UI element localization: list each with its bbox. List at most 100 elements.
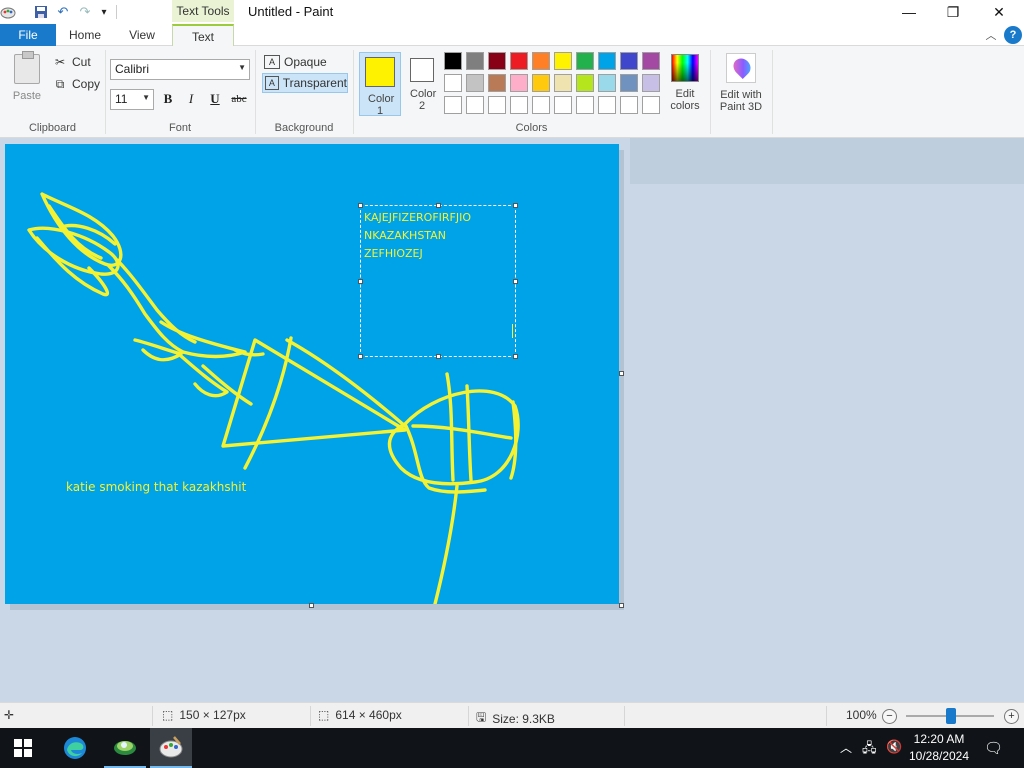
paint3d-label-2: Paint 3D — [719, 101, 763, 113]
chevron-down-icon: ▼ — [238, 63, 246, 72]
palette-color-swatch[interactable] — [444, 74, 462, 92]
strikethrough-button[interactable]: abc — [228, 89, 250, 109]
network-icon[interactable]: 🖧 — [862, 739, 877, 761]
selection-handle[interactable] — [358, 354, 363, 359]
edit-colors-label-2: colors — [670, 100, 700, 112]
italic-button[interactable]: I — [181, 89, 201, 109]
font-family-select[interactable]: Calibri ▼ — [110, 59, 250, 80]
rdp-taskbar-button[interactable] — [104, 728, 146, 768]
palette-color-swatch[interactable] — [620, 96, 638, 114]
status-separator — [624, 706, 625, 726]
palette-color-swatch[interactable] — [642, 74, 660, 92]
opaque-option[interactable]: A Opaque — [262, 52, 348, 72]
edit-with-paint3d-button[interactable]: Edit with Paint 3D — [714, 52, 768, 113]
palette-color-swatch[interactable] — [554, 52, 572, 70]
palette-color-swatch[interactable] — [444, 96, 462, 114]
text-selection-box[interactable]: KAJEJFIZEROFIRFJIO NKAZAKHSTAN ZEFHIOZEJ — [358, 203, 518, 359]
taskbar: ︿ 🖧 🔇 12:20 AM 10/28/2024 🗨 — [0, 728, 1024, 768]
palette-color-swatch[interactable] — [620, 74, 638, 92]
palette-color-swatch[interactable] — [576, 52, 594, 70]
palette-color-swatch[interactable] — [598, 52, 616, 70]
zoom-in-button[interactable]: + — [1004, 709, 1019, 724]
drawing-canvas[interactable]: KAJEJFIZEROFIRFJIO NKAZAKHSTAN ZEFHIOZEJ… — [5, 144, 619, 604]
palette-color-swatch[interactable] — [510, 74, 528, 92]
minimize-ribbon-icon[interactable]: ︿ — [982, 26, 1000, 44]
opaque-icon: A — [264, 55, 280, 69]
palette-color-swatch[interactable] — [510, 96, 528, 114]
color1-button[interactable]: Color 1 — [359, 52, 401, 117]
palette-color-swatch[interactable] — [598, 96, 616, 114]
palette-color-swatch[interactable] — [466, 96, 484, 114]
palette-color-swatch[interactable] — [488, 52, 506, 70]
palette-color-swatch[interactable] — [466, 74, 484, 92]
palette-color-swatch[interactable] — [488, 96, 506, 114]
palette-color-swatch[interactable] — [510, 52, 528, 70]
close-button[interactable]: ✕ — [976, 0, 1022, 24]
title-bar: ↶ ↷ ▾ Text Tools Untitled - Paint — ❐ ✕ — [0, 0, 1024, 24]
notifications-icon[interactable]: 🗨 — [984, 739, 1003, 757]
tab-file[interactable]: File — [0, 24, 56, 46]
taskbar-clock[interactable]: 12:20 AM 10/28/2024 — [906, 731, 972, 765]
underline-button[interactable]: U — [205, 89, 225, 109]
color2-label: Color 2 — [410, 88, 437, 112]
palette-color-swatch[interactable] — [598, 74, 616, 92]
paint-taskbar-button[interactable] — [150, 728, 192, 768]
group-separator — [710, 50, 711, 134]
selection-handle[interactable] — [513, 203, 518, 208]
palette-color-swatch[interactable] — [620, 52, 638, 70]
zoom-slider-thumb[interactable] — [946, 708, 956, 724]
help-icon[interactable]: ? — [1004, 26, 1022, 44]
canvas-resize-handle-bottom[interactable] — [309, 603, 314, 608]
selection-handle[interactable] — [436, 354, 441, 359]
selection-handle[interactable] — [513, 354, 518, 359]
maximize-button[interactable]: ❐ — [930, 0, 976, 24]
canvas-resize-handle-right[interactable] — [619, 371, 624, 376]
selection-handle[interactable] — [358, 203, 363, 208]
bold-button[interactable]: B — [158, 89, 178, 109]
palette-color-swatch[interactable] — [444, 52, 462, 70]
undo-icon[interactable]: ↶ — [55, 4, 71, 20]
cursor-position: ✛ — [4, 708, 20, 722]
tab-home[interactable]: Home — [56, 24, 114, 46]
volume-muted-icon[interactable]: 🔇 — [886, 739, 902, 755]
font-size-select[interactable]: 11 ▼ — [110, 89, 154, 110]
palette-color-swatch[interactable] — [576, 96, 594, 114]
palette-color-swatch[interactable] — [576, 74, 594, 92]
selection-handle[interactable] — [358, 279, 363, 284]
color1-swatch — [365, 57, 395, 87]
palette-color-swatch[interactable] — [642, 52, 660, 70]
palette-color-swatch[interactable] — [554, 74, 572, 92]
save-icon[interactable] — [33, 4, 49, 20]
chevron-up-icon[interactable]: ︿ — [840, 739, 852, 756]
palette-color-swatch[interactable] — [532, 74, 550, 92]
cut-button[interactable]: ✂ Cut — [52, 53, 91, 71]
color2-button[interactable]: Color 2 — [404, 52, 440, 116]
tab-text[interactable]: Text — [172, 24, 234, 47]
zoom-out-button[interactable]: − — [882, 709, 897, 724]
palette-color-swatch[interactable] — [642, 96, 660, 114]
start-button[interactable] — [2, 728, 44, 768]
palette-color-swatch[interactable] — [488, 74, 506, 92]
canvas-resize-handle-corner[interactable] — [619, 603, 624, 608]
tab-view[interactable]: View — [114, 24, 170, 46]
minimize-button[interactable]: — — [886, 0, 932, 24]
selection-handle[interactable] — [513, 279, 518, 284]
palette-color-swatch[interactable] — [532, 52, 550, 70]
customize-quick-access-icon[interactable]: ▾ — [96, 4, 112, 20]
edit-colors-button[interactable]: Edit colors — [666, 52, 704, 112]
paste-button[interactable]: Paste — [6, 51, 48, 108]
text-box-content[interactable]: KAJEJFIZEROFIRFJIO NKAZAKHSTAN ZEFHIOZEJ — [364, 209, 471, 263]
edge-taskbar-button[interactable] — [54, 728, 96, 768]
canvas-workspace: KAJEJFIZEROFIRFJIO NKAZAKHSTAN ZEFHIOZEJ… — [0, 138, 1024, 702]
edit-colors-label-1: Edit — [675, 88, 695, 100]
palette-color-swatch[interactable] — [554, 96, 572, 114]
redo-icon[interactable]: ↷ — [77, 4, 93, 20]
palette-color-swatch[interactable] — [466, 52, 484, 70]
font-family-value: Calibri — [115, 62, 150, 76]
palette-color-swatch[interactable] — [532, 96, 550, 114]
transparent-option[interactable]: A Transparent — [262, 73, 348, 93]
copy-icon: ⧉ — [55, 76, 65, 91]
copy-button[interactable]: ⧉ Copy — [52, 75, 100, 93]
selection-handle[interactable] — [436, 203, 441, 208]
paint-app-icon[interactable] — [0, 4, 16, 20]
